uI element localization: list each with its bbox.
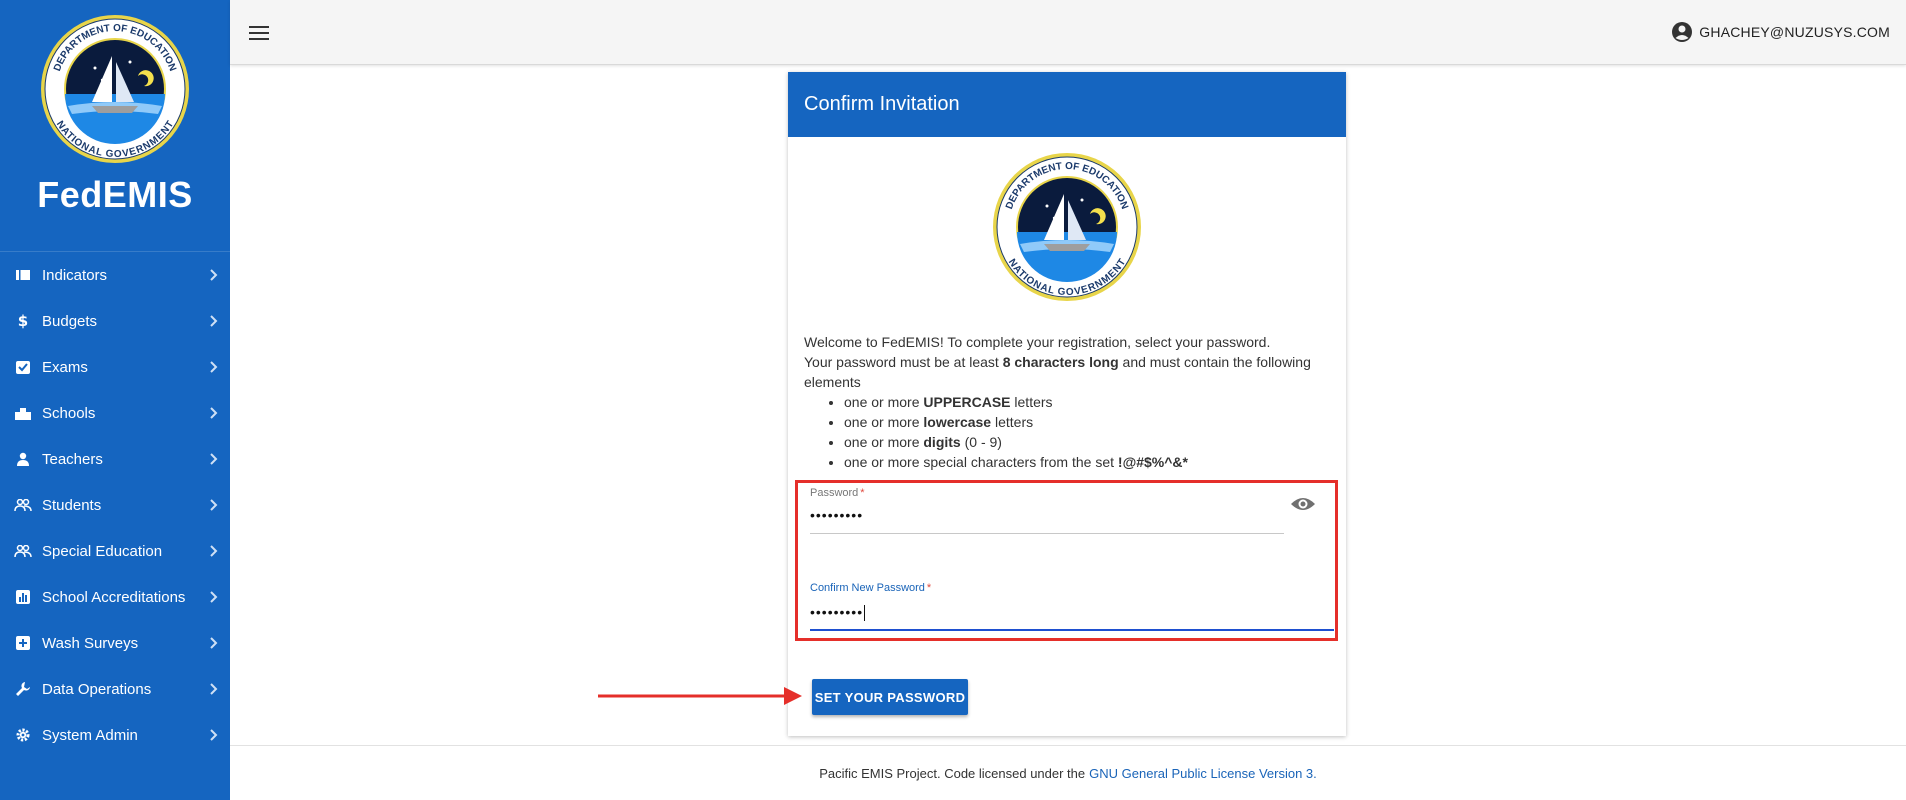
chevron-right-icon <box>208 269 220 281</box>
people-icon <box>14 542 32 560</box>
intro-line-2: Your password must be at least 8 charact… <box>804 352 1330 392</box>
license-link[interactable]: GNU General Public License Version 3. <box>1089 766 1317 781</box>
chevron-right-icon <box>208 729 220 741</box>
sidebar-item-wash-surveys[interactable]: Wash Surveys <box>0 620 230 666</box>
user-menu[interactable]: GHACHEY@NUZUSYS.COM <box>1671 21 1890 43</box>
sidebar-item-label: Schools <box>42 404 96 422</box>
rule-item: one or more lowercase letters <box>844 412 1346 432</box>
sidebar-item-label: Special Education <box>42 542 163 560</box>
sidebar-item-label: Budgets <box>42 312 98 330</box>
chevron-right-icon <box>208 683 220 695</box>
sidebar-item-label: Students <box>42 496 102 514</box>
wrench-icon <box>14 680 32 698</box>
sidebar-item-data-operations[interactable]: Data Operations <box>0 666 230 712</box>
chevron-right-icon <box>208 453 220 465</box>
sidebar-item-label: System Admin <box>42 726 138 744</box>
sidebar-item-special-education[interactable]: Special Education <box>0 528 230 574</box>
intro-text: Your password must be at least <box>804 354 1003 370</box>
sidebar-item-teachers[interactable]: Teachers <box>0 436 230 482</box>
dollar-icon: $ <box>17 312 29 330</box>
highlight-annotation-box <box>795 480 1338 641</box>
sidebar-item-schools[interactable]: Schools <box>0 390 230 436</box>
rule-item: one or more UPPERCASE letters <box>844 392 1346 412</box>
sidebar-item-label: School Accreditations <box>42 588 186 606</box>
sidebar-item-school-accreditations[interactable]: School Accreditations <box>0 574 230 620</box>
chevron-right-icon <box>208 315 220 327</box>
sidebar-item-exams[interactable]: Exams <box>0 344 230 390</box>
chevron-right-icon <box>208 545 220 557</box>
red-arrow-annotation-icon <box>598 687 802 705</box>
user-email: GHACHEY@NUZUSYS.COM <box>1699 24 1890 40</box>
chevron-right-icon <box>208 499 220 511</box>
chevron-right-icon <box>208 361 220 373</box>
card-title: Confirm Invitation <box>788 72 1346 137</box>
person-icon <box>14 450 32 468</box>
sidebar-item-label: Wash Surveys <box>42 634 139 652</box>
rule-item: one or more special characters from the … <box>844 452 1346 472</box>
footer-text: Pacific EMIS Project. Code licensed unde… <box>819 765 1086 781</box>
sidebar-item-students[interactable]: Students <box>0 482 230 528</box>
chevron-right-icon <box>208 591 220 603</box>
sidebar-item-budgets[interactable]: $ Budgets <box>0 298 230 344</box>
sidebar-item-label: Exams <box>42 358 88 376</box>
set-password-button[interactable]: SET YOUR PASSWORD <box>812 679 968 715</box>
brand-title: FedEMIS <box>37 174 193 215</box>
department-seal-logo: DEPARTMENT OF EDUCATION NATIONAL GOVERNM… <box>41 15 189 163</box>
page-footer: Pacific EMIS Project. Code licensed unde… <box>230 745 1906 800</box>
rule-item: one or more digits (0 - 9) <box>844 432 1346 452</box>
password-instructions: Welcome to FedEMIS! To complete your reg… <box>788 332 1346 392</box>
checklist-icon <box>14 358 32 376</box>
account-circle-icon <box>1672 22 1693 42</box>
sidebar-nav: Indicators $ Budgets Exams Schools Teach… <box>0 252 230 758</box>
top-bar: GHACHEY@NUZUSYS.COM <box>230 0 1906 65</box>
sidebar-logo-area: DEPARTMENT OF EDUCATION NATIONAL GOVERNM… <box>0 0 230 252</box>
sidebar-item-label: Data Operations <box>42 680 152 698</box>
chevron-right-icon <box>208 407 220 419</box>
intro-bold: 8 characters long <box>1002 354 1119 370</box>
gear-icon <box>14 726 32 744</box>
sidebar-item-indicators[interactable]: Indicators <box>0 252 230 298</box>
indicators-icon <box>14 266 32 284</box>
people-icon <box>14 496 32 514</box>
intro-line-1: Welcome to FedEMIS! To complete your reg… <box>804 334 1271 350</box>
sidebar-item-system-admin[interactable]: System Admin <box>0 712 230 758</box>
department-seal-logo: DEPARTMENT OF EDUCATION NATIONAL GOVERNM… <box>993 153 1141 301</box>
sidebar-item-label: Indicators <box>42 266 108 284</box>
school-building-icon <box>14 404 32 422</box>
medical-plus-icon <box>14 634 32 652</box>
password-rules-list: one or more UPPERCASE letters one or mor… <box>788 392 1346 472</box>
hamburger-menu-icon[interactable] <box>244 20 274 46</box>
bar-chart-icon <box>14 588 32 606</box>
chevron-right-icon <box>208 637 220 649</box>
sidebar: DEPARTMENT OF EDUCATION NATIONAL GOVERNM… <box>0 0 230 800</box>
sidebar-item-label: Teachers <box>42 450 103 468</box>
